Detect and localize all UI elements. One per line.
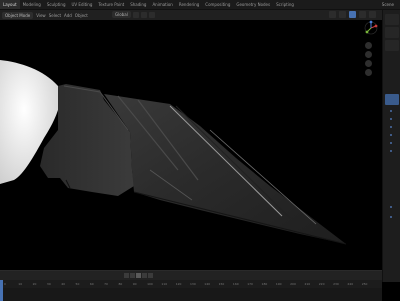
property-dot-icon bbox=[390, 110, 392, 112]
properties-tab-active[interactable] bbox=[385, 94, 399, 105]
frame-tick-label: 50 bbox=[75, 282, 80, 286]
material-shading-icon[interactable] bbox=[359, 11, 366, 18]
frame-tick-label: 160 bbox=[232, 282, 239, 286]
mode-selector[interactable]: Object Mode bbox=[2, 11, 34, 19]
pan-hand-icon[interactable] bbox=[365, 51, 372, 58]
transform-controls: Global bbox=[112, 11, 155, 18]
workspace-tabs-bar: Layout Modeling Sculpting UV Editing Tex… bbox=[0, 0, 400, 10]
scene-selector[interactable]: Scene bbox=[376, 0, 400, 9]
property-dot-icon bbox=[390, 118, 392, 120]
frame-tick-label: 10 bbox=[18, 282, 23, 286]
frame-tick-label: 240 bbox=[347, 282, 354, 286]
viewport-canvas bbox=[0, 60, 347, 245]
frame-tick-label: 190 bbox=[275, 282, 282, 286]
sidebar-tabs bbox=[382, 10, 400, 282]
sidebar-tab-view[interactable] bbox=[385, 40, 399, 51]
menu-view[interactable]: View bbox=[36, 13, 46, 18]
tab-sculpting[interactable]: Sculpting bbox=[44, 0, 69, 9]
property-dot-icon bbox=[390, 126, 392, 128]
frame-tick-label: 20 bbox=[32, 282, 37, 286]
orientation-dropdown[interactable]: Global bbox=[112, 11, 131, 18]
frame-tick-label: 200 bbox=[290, 282, 296, 286]
frame-tick-label: 140 bbox=[204, 282, 211, 286]
3d-viewport[interactable] bbox=[0, 20, 382, 270]
tab-rendering[interactable]: Rendering bbox=[176, 0, 202, 9]
xray-icon[interactable] bbox=[339, 11, 346, 18]
property-dot-icon bbox=[390, 142, 392, 144]
frame-tick-label: 210 bbox=[304, 282, 311, 286]
menu-select[interactable]: Select bbox=[49, 13, 61, 18]
timeline-track[interactable] bbox=[0, 288, 382, 301]
timeline-panel: 0 10 20 30 40 50 60 70 80 90 100 110 120 130 140 150 160… bbox=[0, 270, 382, 301]
frame-tick-label: 170 bbox=[247, 282, 253, 286]
frame-tick-label: 80 bbox=[118, 282, 123, 286]
frame-ruler[interactable]: 0 10 20 30 40 50 60 70 80 90 100 110 120 130 140 150 160… bbox=[0, 280, 382, 288]
prev-keyframe-icon[interactable] bbox=[130, 273, 135, 278]
zoom-icon[interactable] bbox=[365, 42, 372, 49]
frame-tick-label: 70 bbox=[104, 282, 108, 286]
shading-controls bbox=[329, 11, 376, 18]
frame-tick-label: 60 bbox=[89, 282, 94, 286]
frame-tick-label: 220 bbox=[318, 282, 325, 286]
property-dot-icon bbox=[390, 206, 392, 208]
tab-layout[interactable]: Layout bbox=[0, 0, 20, 9]
menu-object[interactable]: Object bbox=[75, 13, 88, 18]
frame-tick-label: 250 bbox=[361, 282, 368, 286]
tab-scripting[interactable]: Scripting bbox=[273, 0, 297, 9]
camera-icon[interactable] bbox=[365, 60, 372, 67]
frame-tick-label: 120 bbox=[175, 282, 182, 286]
tab-shading[interactable]: Shading bbox=[127, 0, 149, 9]
property-dot-icon bbox=[390, 216, 392, 218]
frame-tick-label: 130 bbox=[190, 282, 196, 286]
menu-add[interactable]: Add bbox=[64, 13, 72, 18]
frame-tick-label: 0 bbox=[4, 282, 6, 286]
grid-icon[interactable] bbox=[365, 69, 372, 76]
frame-tick-label: 90 bbox=[132, 282, 137, 286]
frame-tick-label: 150 bbox=[218, 282, 225, 286]
playhead-cursor[interactable] bbox=[0, 280, 3, 301]
frame-tick-label: 230 bbox=[333, 282, 339, 286]
rendered-shading-icon[interactable] bbox=[369, 11, 376, 18]
overlay-icon[interactable] bbox=[329, 11, 336, 18]
tab-geometry-nodes[interactable]: Geometry Nodes bbox=[233, 0, 273, 9]
tab-compositing[interactable]: Compositing bbox=[202, 0, 233, 9]
sidebar-tab-item[interactable] bbox=[385, 14, 399, 25]
jump-end-icon[interactable] bbox=[148, 273, 153, 278]
proportional-edit-icon[interactable] bbox=[148, 11, 155, 18]
sidebar-tab-tool[interactable] bbox=[385, 27, 399, 38]
tab-texture-paint[interactable]: Texture Paint bbox=[95, 0, 127, 9]
solid-shading-icon[interactable] bbox=[349, 11, 356, 18]
property-dot-icon bbox=[390, 150, 392, 152]
property-dot-icon bbox=[390, 134, 392, 136]
tab-uv-editing[interactable]: UV Editing bbox=[69, 0, 96, 9]
tab-animation[interactable]: Animation bbox=[149, 0, 175, 9]
viewport-header: Object Mode View Select Add Object Globa… bbox=[0, 10, 382, 20]
jump-start-icon[interactable] bbox=[124, 273, 129, 278]
frame-tick-label: 110 bbox=[161, 282, 168, 286]
next-keyframe-icon[interactable] bbox=[142, 273, 147, 278]
pivot-icon[interactable] bbox=[132, 11, 139, 18]
playback-controls bbox=[0, 271, 382, 280]
tab-modeling[interactable]: Modeling bbox=[20, 0, 44, 9]
play-icon[interactable] bbox=[136, 273, 141, 278]
frame-tick-label: 40 bbox=[61, 282, 66, 286]
frame-tick-label: 30 bbox=[46, 282, 51, 286]
snap-icon[interactable] bbox=[140, 11, 147, 18]
frame-tick-label: 100 bbox=[147, 282, 153, 286]
blade-mesh bbox=[104, 94, 346, 244]
frame-tick-label: 180 bbox=[261, 282, 268, 286]
